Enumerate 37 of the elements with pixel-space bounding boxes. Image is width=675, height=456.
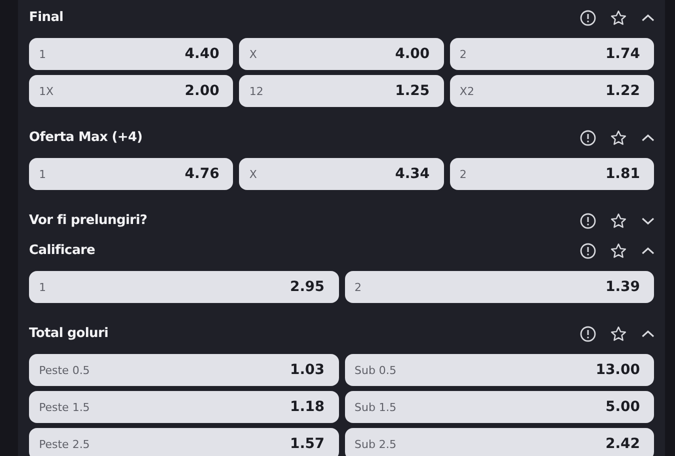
odds-button[interactable]: 1 2.95 [29,271,338,303]
market-title: Oferta Max (+4) [29,130,142,145]
odds-button[interactable]: 1X 2.00 [29,75,234,107]
odds-button[interactable]: 12 1.25 [239,75,444,107]
chevron-up-icon[interactable] [641,12,655,22]
star-icon[interactable] [610,10,627,26]
chevron-down-icon[interactable] [641,216,655,226]
star-icon[interactable] [610,242,627,258]
chevron-up-icon[interactable] [641,132,655,142]
star-icon[interactable] [610,212,627,228]
info-icon[interactable] [580,242,596,258]
info-icon[interactable] [580,10,596,26]
star-icon[interactable] [610,326,627,342]
market-title: Total goluri [29,326,108,341]
info-icon[interactable] [580,130,596,146]
star-icon[interactable] [610,130,627,146]
market-title: Vor fi prelungiri? [29,213,148,228]
odds-button[interactable]: X 4.00 [239,38,444,70]
odds-button[interactable]: X 4.34 [239,158,444,190]
odds-button[interactable]: 1 4.76 [29,158,234,190]
odds-button[interactable]: Peste 1.5 1.18 [29,391,338,423]
odds-button[interactable]: 2 1.39 [344,271,654,303]
odds-button[interactable]: X2 1.22 [450,75,654,107]
chevron-up-icon[interactable] [641,246,655,256]
info-icon[interactable] [580,326,596,342]
market-title: Calificare [29,243,96,258]
odds-button[interactable]: Peste 0.5 1.03 [29,354,338,386]
odds-button[interactable]: Sub 0.5 13.00 [344,354,654,386]
info-icon[interactable] [580,212,596,228]
odds-button[interactable]: Sub 2.5 2.42 [344,428,654,456]
odds-button[interactable]: 2 1.74 [450,38,654,70]
odds-button[interactable]: 1 4.40 [29,38,234,70]
odds-button[interactable]: Sub 1.5 5.00 [344,391,654,423]
odds-button[interactable]: 2 1.81 [450,158,654,190]
chevron-up-icon[interactable] [641,328,655,338]
odds-button[interactable]: Peste 2.5 1.57 [29,428,338,456]
market-title: Final [29,10,64,25]
